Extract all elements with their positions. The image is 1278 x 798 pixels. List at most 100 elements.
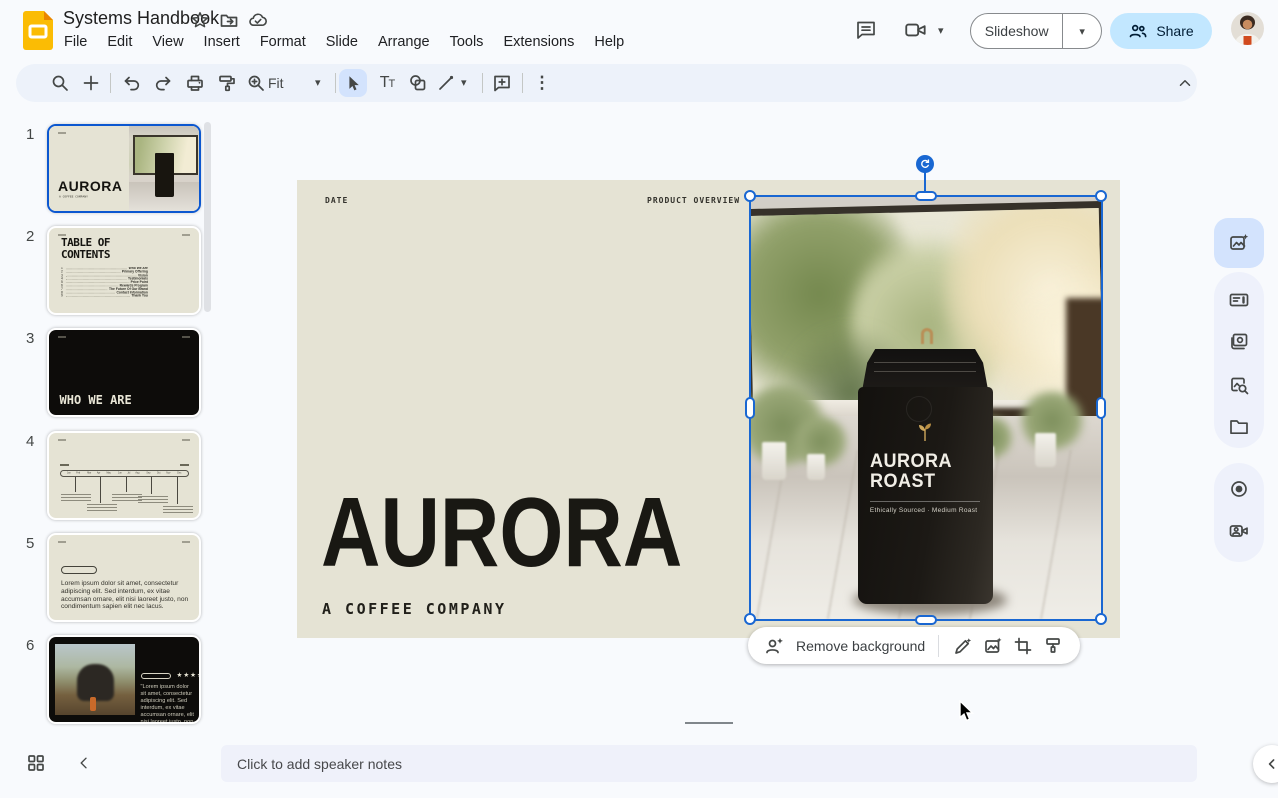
text-box-tool[interactable]: TT — [374, 70, 400, 96]
menu-help[interactable]: Help — [594, 34, 624, 50]
rail-image-generate-button[interactable] — [1214, 218, 1264, 268]
rail-insert-group — [1214, 272, 1264, 448]
bag-brand-line2: ROAST — [870, 472, 975, 492]
line-tool[interactable] — [433, 70, 459, 96]
remove-background-button[interactable]: Remove background — [796, 638, 925, 654]
filmstrip-scrollbar[interactable] — [204, 122, 211, 312]
resize-handle-se[interactable] — [1095, 613, 1107, 625]
paint-format-icon[interactable] — [214, 70, 240, 96]
slide-thumbnail-1[interactable]: AURORA A COFFEE COMPANY — [47, 124, 201, 213]
slide-number: 3 — [26, 330, 34, 347]
zoom-caret-icon[interactable]: ▾ — [315, 76, 321, 89]
menu-arrange[interactable]: Arrange — [378, 34, 430, 50]
select-tool[interactable] — [339, 69, 367, 97]
camera-person-icon[interactable] — [1227, 519, 1251, 543]
expand-panel-button[interactable] — [1253, 745, 1278, 783]
bag-hook — [921, 328, 933, 344]
resize-handle-e[interactable] — [1096, 397, 1106, 419]
comment-history-icon[interactable] — [852, 16, 880, 44]
speaker-notes-input[interactable]: Click to add speaker notes — [221, 745, 1197, 782]
menu-edit[interactable]: Edit — [107, 34, 132, 50]
slideshow-dropdown[interactable]: ▾ — [1062, 14, 1101, 48]
slide-title[interactable]: AURORA — [321, 483, 682, 581]
folder-icon[interactable] — [1227, 415, 1251, 439]
slide-thumbnail-2[interactable]: TABLE OF CONTENTS 1Who We Are 2Primary O… — [47, 226, 201, 315]
redo-icon[interactable] — [150, 70, 176, 96]
slideshow-caret-icon: ▾ — [1079, 25, 1085, 38]
menu-slide[interactable]: Slide — [326, 34, 358, 50]
menu-bar: File Edit View Insert Format Slide Arran… — [64, 34, 624, 50]
collapse-filmstrip-icon[interactable] — [74, 753, 94, 773]
magic-edit-icon[interactable] — [950, 633, 976, 659]
star-icon[interactable] — [190, 10, 210, 30]
image-search-icon[interactable] — [1227, 373, 1251, 397]
degassing-valve — [906, 396, 932, 422]
resize-handle-ne[interactable] — [1095, 190, 1107, 202]
thumb2-title: TABLE OF CONTENTS — [61, 237, 151, 261]
sprout-icon — [917, 422, 933, 442]
resize-handle-w[interactable] — [745, 397, 755, 419]
shape-tool[interactable] — [405, 70, 431, 96]
slide-thumbnail-3[interactable]: WHO WE ARE — [47, 328, 201, 417]
rotate-handle[interactable] — [916, 155, 934, 173]
person-sparkle-icon[interactable] — [762, 634, 786, 658]
menu-extensions[interactable]: Extensions — [503, 34, 574, 50]
line-tool-caret-icon[interactable]: ▾ — [461, 76, 467, 89]
resize-handle-s[interactable] — [915, 615, 937, 625]
resize-handle-nw[interactable] — [744, 190, 756, 202]
slide-date-label[interactable]: DATE — [325, 196, 348, 205]
slide-subtitle[interactable]: A COFFEE COMPANY — [322, 600, 507, 618]
thumb2-toc-list: 1Who We Are 2Primary Offering 3Vision 4T… — [61, 267, 148, 293]
resize-handle-sw[interactable] — [744, 613, 756, 625]
thumb4-timeline: Jan Feb Mar Apr May Jun Jul Aug Sep Oct … — [60, 470, 189, 478]
grid-view-icon[interactable] — [25, 752, 47, 774]
slide-number: 5 — [26, 535, 34, 552]
bag-label: AURORA ROAST Ethically Sourced · Medium … — [870, 422, 981, 574]
record-icon[interactable] — [1227, 477, 1251, 501]
menu-file[interactable]: File — [64, 34, 87, 50]
menu-insert[interactable]: Insert — [204, 34, 240, 50]
meet-caret-icon[interactable]: ▾ — [938, 24, 944, 37]
thumb3-title: WHO WE ARE — [60, 393, 132, 407]
format-options-icon[interactable] — [1040, 633, 1066, 659]
menu-format[interactable]: Format — [260, 34, 306, 50]
bag-brand-line1: AURORA — [870, 452, 975, 472]
slideshow-button[interactable]: Slideshow ▾ — [970, 13, 1102, 49]
thumb1-title: AURORA — [58, 178, 122, 194]
cloud-status-icon[interactable] — [248, 10, 268, 30]
thumb6-photo — [55, 644, 135, 715]
share-button[interactable]: Share — [1110, 13, 1212, 49]
more-options-icon[interactable]: ⋮ — [529, 70, 555, 96]
resize-handle-n[interactable] — [915, 191, 937, 201]
insert-comment-icon[interactable] — [489, 70, 515, 96]
menu-view[interactable]: View — [152, 34, 183, 50]
main-toolbar: Fit ▾ TT ▾ ⋮ — [16, 64, 1197, 102]
slides-logo-icon[interactable] — [23, 11, 53, 50]
meet-camera-icon[interactable] — [902, 16, 930, 44]
new-slide-icon[interactable] — [78, 70, 104, 96]
image-context-toolbar: Remove background — [748, 627, 1080, 664]
replace-image-icon[interactable] — [980, 633, 1006, 659]
move-to-folder-icon[interactable] — [219, 10, 239, 30]
account-avatar[interactable] — [1231, 12, 1264, 45]
collapse-toolbar-icon[interactable] — [1172, 70, 1198, 96]
slide-section-label[interactable]: PRODUCT OVERVIEW — [647, 196, 740, 205]
photos-icon[interactable] — [1227, 330, 1251, 354]
zoom-level-label[interactable]: Fit — [268, 75, 284, 91]
templates-card-icon[interactable] — [1227, 288, 1251, 312]
slide-thumbnail-4[interactable]: Jan Feb Mar Apr May Jun Jul Aug Sep Oct … — [47, 431, 201, 520]
mouse-cursor — [958, 700, 976, 724]
slideshow-label[interactable]: Slideshow — [971, 23, 1062, 39]
slide-number: 1 — [26, 126, 34, 143]
undo-icon[interactable] — [119, 70, 145, 96]
print-icon[interactable] — [182, 70, 208, 96]
slide-thumbnail-5[interactable]: Lorem ipsum dolor sit amet, consectetur … — [47, 533, 201, 622]
product-image[interactable]: AURORA ROAST Ethically Sourced · Medium … — [751, 197, 1101, 619]
slide-thumbnail-6[interactable]: ★★★★☆ "Lorem ipsum dolor sit amet, conse… — [47, 635, 201, 724]
search-menus-icon[interactable] — [47, 70, 73, 96]
zoom-icon[interactable] — [243, 70, 269, 96]
rail-record-group — [1214, 463, 1264, 562]
crop-icon[interactable] — [1010, 633, 1036, 659]
menu-tools[interactable]: Tools — [450, 34, 484, 50]
slide-number: 4 — [26, 433, 34, 450]
